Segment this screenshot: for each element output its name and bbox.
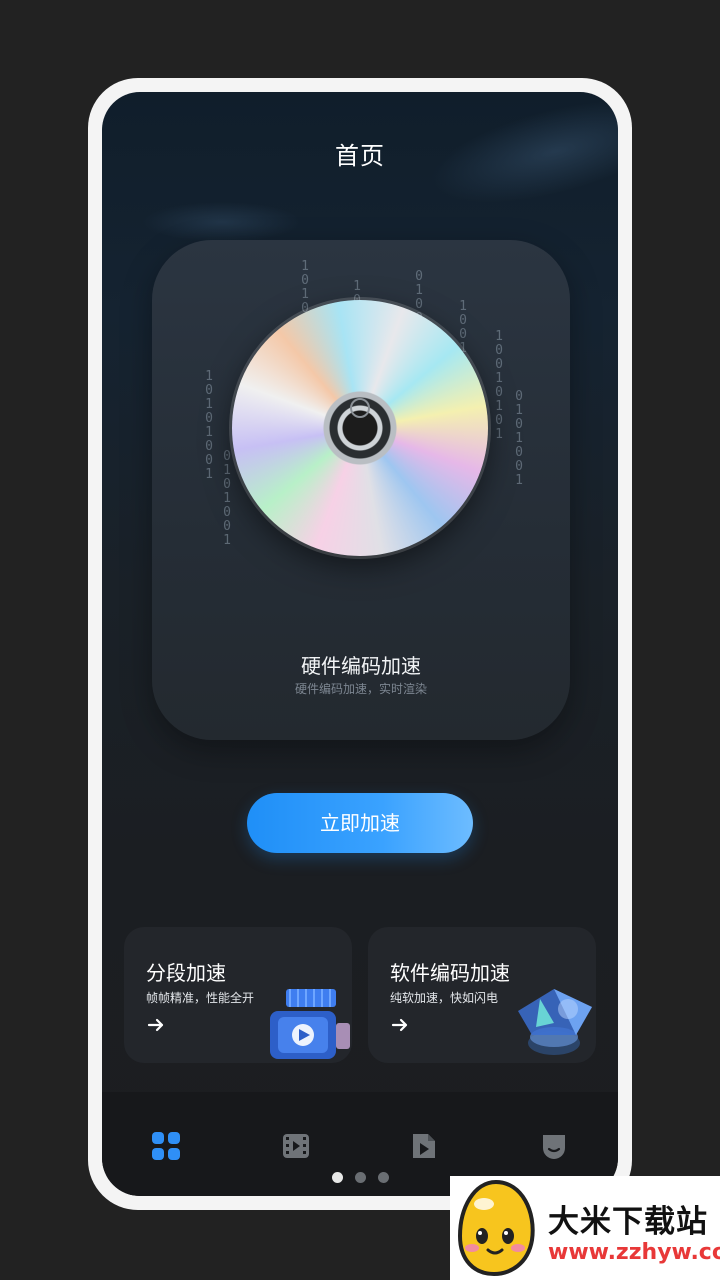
video-film-icon[interactable]	[280, 1130, 312, 1162]
whale-background-art-2	[142, 202, 302, 242]
binary-column: 10010101	[495, 329, 503, 442]
disc-hub	[350, 398, 370, 418]
feature-subtitle: 纯软加速，快如闪电	[390, 991, 499, 1005]
pager-dot-active[interactable]	[331, 1172, 343, 1183]
watermark-name: 大米下载站	[548, 1204, 708, 1240]
binary-column: 10101001	[205, 369, 213, 482]
watermark-badge: 大米下载站 www.zzhyw.com	[450, 1176, 720, 1280]
feature-subtitle: 帧帧精准，性能全开	[146, 991, 255, 1005]
pager-dot[interactable]	[354, 1172, 366, 1183]
feature-title: 软件编码加速	[390, 961, 510, 985]
pager-dot[interactable]	[377, 1172, 389, 1183]
arrow-right-icon[interactable]	[390, 1015, 410, 1035]
grid-icon[interactable]	[150, 1130, 182, 1162]
video-camera-art	[270, 989, 350, 1059]
page-title: 首页	[335, 142, 385, 170]
binary-column: 0101001	[223, 449, 231, 548]
prism-cube-art	[518, 989, 592, 1055]
feature-card-segment-accel[interactable]: 分段加速 帧帧精准，性能全开	[124, 927, 352, 1063]
feature-title: 分段加速	[146, 961, 226, 985]
accelerate-now-button[interactable]: 立即加速	[247, 793, 473, 853]
feature-card-software-encode-accel[interactable]: 软件编码加速 纯软加速，快如闪电	[368, 927, 596, 1063]
cd-disc-image	[232, 300, 488, 556]
watermark-url: www.zzhyw.com	[548, 1240, 720, 1265]
hero-subtitle: 硬件编码加速，实时渲染	[294, 682, 427, 696]
app-screen: 首页 10101001 0101001 1010010 10010101 010…	[102, 92, 618, 1196]
hero-title: 硬件编码加速	[301, 654, 421, 678]
rice-mascot-logo	[457, 1179, 535, 1277]
binary-column: 0101001	[515, 389, 523, 488]
profile-icon[interactable]	[538, 1130, 570, 1162]
hero-card: 10101001 0101001 1010010 10010101 010010…	[152, 240, 570, 740]
arrow-right-icon[interactable]	[146, 1015, 166, 1035]
video-file-icon[interactable]	[408, 1130, 440, 1162]
